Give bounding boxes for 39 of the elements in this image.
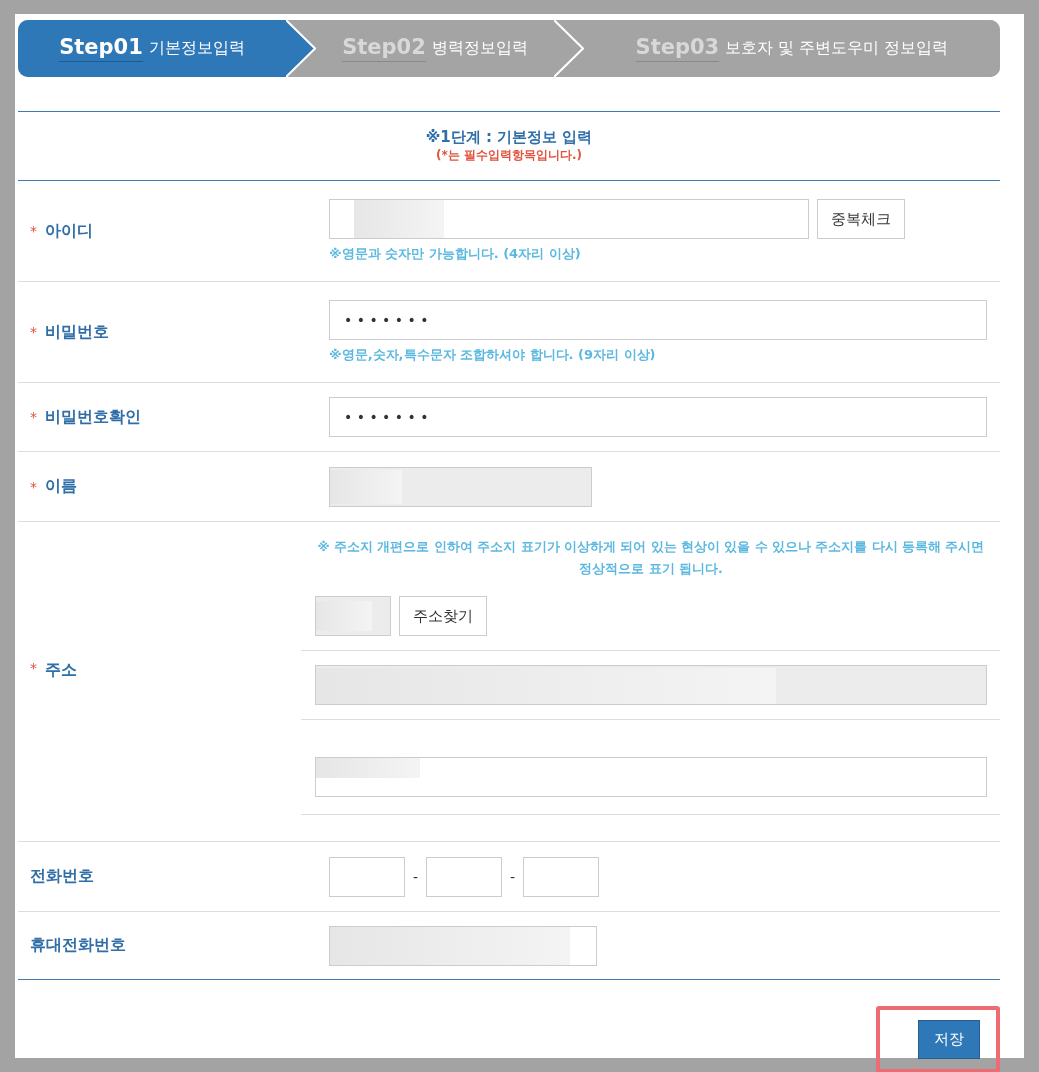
duplicate-check-button[interactable]: 중복체크 (817, 199, 905, 239)
required-mark: * (30, 324, 37, 340)
phone-input[interactable] (523, 856, 600, 897)
password-input[interactable]: • • • • • • • (329, 397, 987, 437)
name-input[interactable] (329, 466, 592, 507)
step-label: 보호자 및 주변도우미 정보입력 (725, 38, 949, 59)
postcode-input[interactable] (315, 596, 391, 636)
field-label: 주소 (45, 660, 77, 681)
field-label: 비밀번호확인 (45, 406, 141, 428)
step-label: 기본정보입력 (148, 38, 245, 59)
address-detail-input[interactable] (315, 757, 987, 797)
required-mark: * (30, 223, 37, 239)
redaction-block (316, 601, 372, 631)
separator-dash: - (413, 868, 419, 885)
separator-dash: - (510, 868, 516, 885)
phone-input[interactable] (329, 856, 405, 897)
required-mark: * (30, 478, 37, 495)
address-input[interactable] (315, 665, 987, 705)
phone-input[interactable] (426, 856, 503, 897)
id-input[interactable] (329, 199, 809, 239)
step-number: Step01 (59, 35, 143, 62)
field-label: 전화번호 (30, 866, 94, 887)
hint-text: ※영문,숫자,특수문자 조합하셔야 합니다. (9자리 이상) (329, 346, 657, 364)
step-arrow-icon (286, 20, 316, 77)
password-input[interactable]: • • • • • • • (329, 300, 987, 340)
step-label: 병력정보입력 (431, 38, 528, 59)
address-search-button[interactable]: 주소찾기 (399, 596, 487, 636)
required-note: (*는 필수입력항목입니다.) (436, 147, 582, 164)
required-mark: * (30, 660, 37, 676)
address-note: ※ 주소지 개편으로 인하여 주소지 표기가 이상하게 되어 있는 현상이 있을 수 있으나 주소지를 다시 등록해 주시면 정상적으로 표기 됩니다. (316, 538, 986, 578)
required-mark: * (30, 409, 37, 425)
field-label: 휴대전화번호 (30, 935, 126, 956)
redaction-block (330, 469, 402, 504)
field-label: 이름 (45, 476, 77, 497)
hint-text: ※영문과 숫자만 가능합니다. (4자리 이상) (329, 245, 582, 263)
field-label: 아이디 (45, 220, 93, 242)
field-label: 비밀번호 (45, 321, 109, 343)
save-button[interactable]: 저장 (918, 1020, 980, 1059)
section-title: ※1단계 : 기본정보 입력 (425, 128, 593, 147)
